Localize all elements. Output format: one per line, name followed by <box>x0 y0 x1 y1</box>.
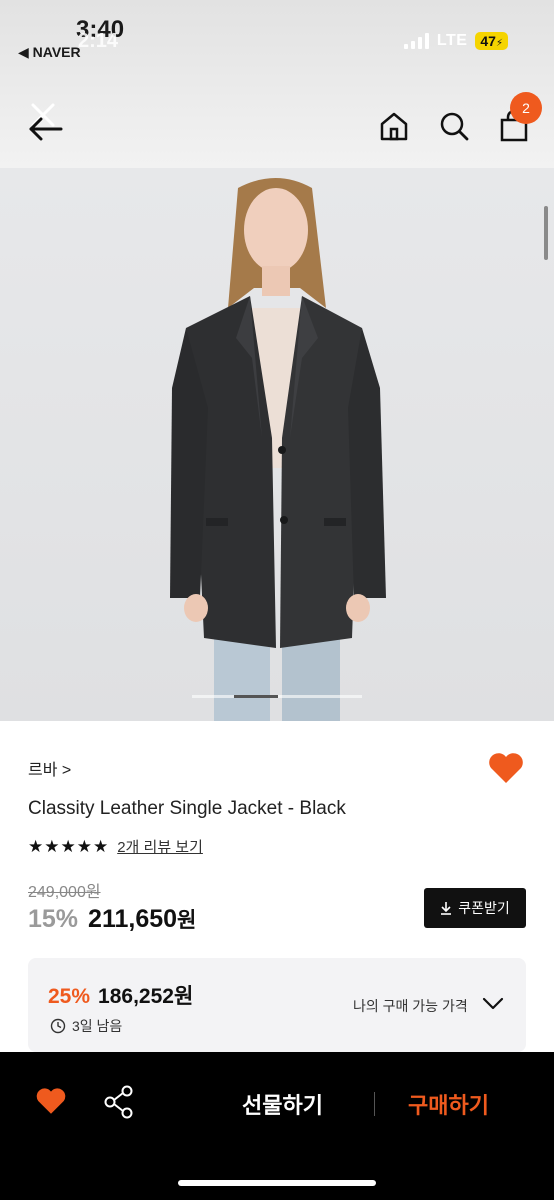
home-button[interactable] <box>374 106 414 146</box>
buy-button[interactable]: 구매하기 <box>408 1088 489 1120</box>
product-name: Classity Leather Single Jacket - Black <box>28 798 346 819</box>
status-time-overlay: 2:14 <box>78 30 119 52</box>
sale-price: 211,650원 <box>88 904 196 934</box>
status-bar: 3:40 2:14 ◀ NAVER LTE 47⚡ <box>0 0 554 70</box>
search-icon <box>440 112 469 141</box>
bottom-divider <box>374 1092 375 1116</box>
product-image[interactable] <box>0 168 554 721</box>
original-price: 249,000원 <box>28 884 101 901</box>
review-link[interactable]: 2개 리뷰 보기 <box>117 836 203 857</box>
wishlist-button[interactable] <box>486 748 526 788</box>
home-indicator[interactable] <box>178 1180 376 1186</box>
price-row: 15% 211,650원 <box>28 904 196 934</box>
battery-level: 47 <box>480 33 496 49</box>
page-scrollbar[interactable] <box>544 206 548 260</box>
product-photo <box>170 178 386 721</box>
coupon-label: 쿠폰받기 <box>458 900 510 916</box>
time-left-label: 3일 남음 <box>72 1018 123 1034</box>
clock-icon <box>50 1018 66 1034</box>
star-rating: ★★★★★ <box>28 836 110 856</box>
image-pager-active <box>234 695 278 698</box>
download-icon <box>441 902 452 915</box>
my-price: 186,252원 <box>98 985 194 1008</box>
app-header <box>0 88 554 168</box>
back-button[interactable] <box>20 98 70 148</box>
heart-icon <box>489 753 523 783</box>
back-arrow-icon <box>29 103 63 141</box>
search-button[interactable] <box>434 106 474 146</box>
discount-percent: 15% <box>28 905 79 933</box>
status-indicators: LTE 47⚡ <box>403 32 508 50</box>
rating-row: ★★★★★ 2개 리뷰 보기 <box>28 836 203 857</box>
home-icon <box>380 112 408 141</box>
bottom-action-bar: 선물하기 구매하기 <box>0 1052 554 1200</box>
share-icon <box>104 1085 133 1119</box>
coupon-button[interactable]: 쿠폰받기 <box>424 888 526 928</box>
sale-price-value: 211,650 <box>88 905 178 933</box>
share-button[interactable] <box>102 1084 136 1120</box>
top-area: 3:40 2:14 ◀ NAVER LTE 47⚡ 2 <box>0 0 554 168</box>
back-to-app-link[interactable]: ◀ NAVER <box>18 44 81 61</box>
currency-unit: 원 <box>177 909 197 932</box>
my-price-box[interactable]: 25% 186,252원 3일 남음 나의 구매 가능 가격 <box>28 958 526 1052</box>
network-label: LTE <box>436 32 468 49</box>
chevron-down-icon[interactable] <box>482 994 504 1012</box>
cart-count-badge: 2 <box>510 92 542 124</box>
heart-icon <box>36 1088 66 1114</box>
time-left: 3일 남음 <box>50 1016 122 1036</box>
signal-icon <box>403 33 429 49</box>
gift-button[interactable]: 선물하기 <box>242 1088 323 1120</box>
bottom-wishlist-button[interactable] <box>34 1084 68 1118</box>
brand-link[interactable]: 르바 > <box>28 756 71 780</box>
battery-icon: 47⚡ <box>475 32 508 50</box>
my-discount-percent: 25% <box>48 985 91 1008</box>
my-price-label: 나의 구매 가능 가격 <box>353 998 468 1014</box>
my-price-row: 25% 186,252원 <box>48 980 193 1010</box>
